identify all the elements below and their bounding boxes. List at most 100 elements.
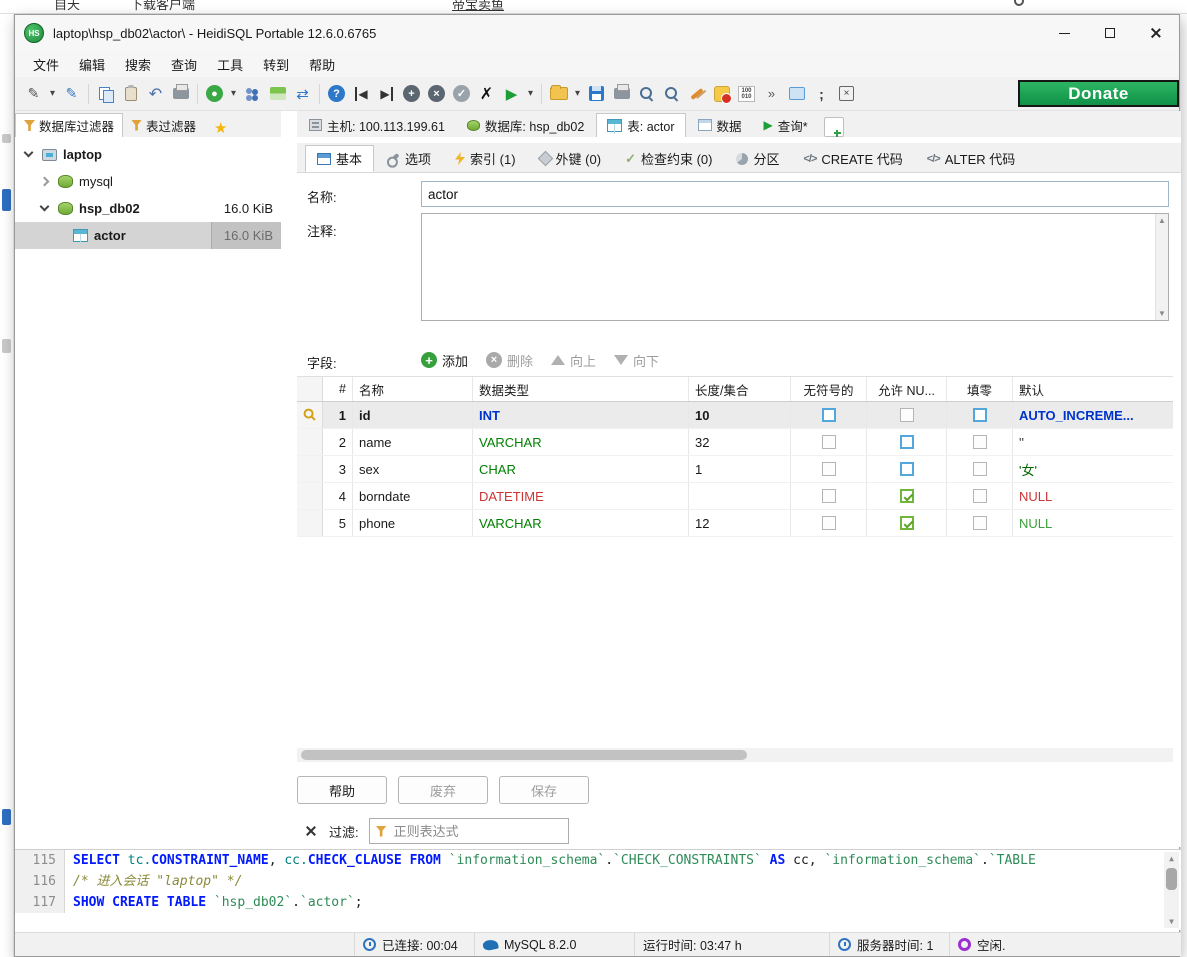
tab-options[interactable]: 选项 xyxy=(376,145,442,172)
clear-grid-icon[interactable]: × xyxy=(835,82,858,105)
insert-record-icon[interactable]: + xyxy=(400,82,423,105)
disconnect-icon[interactable]: ● xyxy=(203,82,226,105)
save-icon[interactable] xyxy=(585,82,608,105)
highlight-pen-icon[interactable]: ✎ xyxy=(60,82,83,105)
copy-icon[interactable] xyxy=(94,82,117,105)
last-record-icon[interactable]: ▶ xyxy=(375,82,398,105)
tab-basic[interactable]: 基本 xyxy=(305,145,374,172)
zerofill-checkbox[interactable] xyxy=(973,489,987,503)
col-name[interactable]: 名称 xyxy=(353,377,473,401)
discard-button[interactable]: 废弃 xyxy=(398,776,488,804)
delete-record-icon[interactable]: ✗ xyxy=(475,82,498,105)
move-up-button[interactable]: 向上 xyxy=(551,351,596,370)
refresh-swap-icon[interactable]: ⇄ xyxy=(291,82,314,105)
tree-item-hsp-db02[interactable]: hsp_db02 16.0 KiB xyxy=(15,195,281,222)
clean-icon[interactable] xyxy=(685,82,708,105)
tab-host[interactable]: 主机: 100.113.199.61 xyxy=(299,113,455,137)
scrollbar-thumb[interactable] xyxy=(1166,868,1177,890)
pen-dropdown-icon[interactable]: ▾ xyxy=(47,82,58,105)
tab-foreign-keys[interactable]: 外键 (0) xyxy=(529,145,613,172)
menu-edit[interactable]: 编辑 xyxy=(69,52,115,77)
col-datatype[interactable]: 数据类型 xyxy=(473,377,689,401)
menu-file[interactable]: 文件 xyxy=(23,52,69,77)
scroll-down-icon[interactable]: ▼ xyxy=(1158,307,1166,320)
semicolon-icon[interactable]: ; xyxy=(810,82,833,105)
scroll-down-icon[interactable]: ▼ xyxy=(1169,915,1174,928)
remove-field-button[interactable]: × 删除 xyxy=(486,351,533,370)
chevron-right-icon[interactable] xyxy=(40,177,50,187)
tab-table[interactable]: 表: actor xyxy=(596,113,685,137)
tab-data[interactable]: 数据 xyxy=(688,113,752,137)
open-file-dropdown-icon[interactable]: ▾ xyxy=(572,82,583,105)
zerofill-checkbox[interactable] xyxy=(973,462,987,476)
menu-goto[interactable]: 转到 xyxy=(253,52,299,77)
print-icon[interactable] xyxy=(169,82,192,105)
zerofill-checkbox[interactable] xyxy=(973,435,987,449)
table-comment-textarea[interactable]: ▲ ▼ xyxy=(421,213,1169,321)
indent-icon[interactable]: » xyxy=(760,82,783,105)
scrollbar-thumb[interactable] xyxy=(301,750,747,760)
table-name-input[interactable] xyxy=(421,181,1169,207)
tab-check-constraints[interactable]: ✓ 检查约束 (0) xyxy=(614,145,723,172)
log-scrollbar[interactable]: ▲ ▼ xyxy=(1164,852,1179,928)
binary-view-icon[interactable]: 100010 xyxy=(735,82,758,105)
donate-button[interactable]: Donate xyxy=(1018,80,1179,107)
col-length[interactable]: 长度/集合 xyxy=(689,377,791,401)
user-manager-icon[interactable] xyxy=(241,82,264,105)
help-icon[interactable]: ? xyxy=(325,82,348,105)
filter-input[interactable] xyxy=(394,824,554,839)
unsigned-checkbox[interactable] xyxy=(822,435,836,449)
maximize-button[interactable] xyxy=(1087,15,1133,51)
browser-tab[interactable]: 自天 xyxy=(54,0,80,13)
tab-database-filter[interactable]: 数据库过滤器 xyxy=(15,113,123,137)
run-query-icon[interactable]: ▶ xyxy=(500,82,523,105)
warning-badge-icon[interactable] xyxy=(710,82,733,105)
minimize-button[interactable] xyxy=(1041,15,1087,51)
session-manager-icon[interactable] xyxy=(266,82,289,105)
field-row-sex[interactable]: 3 sex CHAR 1 '女' xyxy=(297,456,1173,483)
tab-database[interactable]: 数据库: hsp_db02 xyxy=(457,113,594,137)
scroll-up-icon[interactable]: ▲ xyxy=(1158,214,1166,227)
field-row-borndate[interactable]: 4 borndate DATETIME NULL xyxy=(297,483,1173,510)
chevron-down-icon[interactable] xyxy=(40,202,50,212)
tab-alter-code[interactable]: </> ALTER 代码 xyxy=(916,145,1026,172)
add-field-button[interactable]: + 添加 xyxy=(421,351,468,370)
menu-help[interactable]: 帮助 xyxy=(299,52,345,77)
reformat-sql-icon[interactable] xyxy=(785,82,808,105)
col-default[interactable]: 默认 xyxy=(1013,377,1173,401)
field-row-id[interactable]: 1 id INT 10 AUTO_INCREME... xyxy=(297,402,1173,429)
tree-item-actor[interactable]: actor 16.0 KiB xyxy=(15,222,281,249)
unsigned-checkbox[interactable] xyxy=(822,516,836,530)
run-dropdown-icon[interactable]: ▾ xyxy=(525,82,536,105)
tab-table-filter[interactable]: 表过滤器 xyxy=(123,113,204,137)
scroll-up-icon[interactable]: ▲ xyxy=(1169,852,1174,865)
allow-null-checkbox[interactable] xyxy=(900,516,914,530)
sql-log[interactable]: 115 SELECT tc.CONSTRAINT_NAME, cc.CHECK_… xyxy=(15,849,1181,930)
edit-pen-icon[interactable]: ✎ xyxy=(22,82,45,105)
close-button[interactable] xyxy=(1133,15,1179,51)
col-number[interactable]: # xyxy=(323,377,353,401)
menu-query[interactable]: 查询 xyxy=(161,52,207,77)
print-results-icon[interactable] xyxy=(610,82,633,105)
comment-scrollbar[interactable]: ▲ ▼ xyxy=(1155,214,1168,320)
menu-search[interactable]: 搜索 xyxy=(115,52,161,77)
allow-null-checkbox[interactable] xyxy=(900,408,914,422)
move-down-button[interactable]: 向下 xyxy=(614,351,659,370)
col-unsigned[interactable]: 无符号的 xyxy=(791,377,867,401)
browser-tab[interactable]: 下载客户端 xyxy=(130,0,195,13)
allow-null-checkbox[interactable] xyxy=(900,462,914,476)
col-zerofill[interactable]: 填零 xyxy=(947,377,1013,401)
new-query-tab-button[interactable] xyxy=(824,117,844,137)
browser-tab[interactable]: 帝宝卖鱼 xyxy=(452,0,504,13)
help-button[interactable]: 帮助 xyxy=(297,776,387,804)
grid-horizontal-scrollbar[interactable] xyxy=(297,748,1173,762)
tab-partitions[interactable]: 分区 xyxy=(725,145,790,172)
find-replace-icon[interactable] xyxy=(660,82,683,105)
unsigned-checkbox[interactable] xyxy=(822,462,836,476)
open-file-icon[interactable] xyxy=(547,82,570,105)
post-record-icon[interactable]: ✓ xyxy=(450,82,473,105)
cancel-record-icon[interactable]: × xyxy=(425,82,448,105)
connect-dropdown-icon[interactable]: ▾ xyxy=(228,82,239,105)
find-icon[interactable] xyxy=(635,82,658,105)
allow-null-checkbox[interactable] xyxy=(900,489,914,503)
